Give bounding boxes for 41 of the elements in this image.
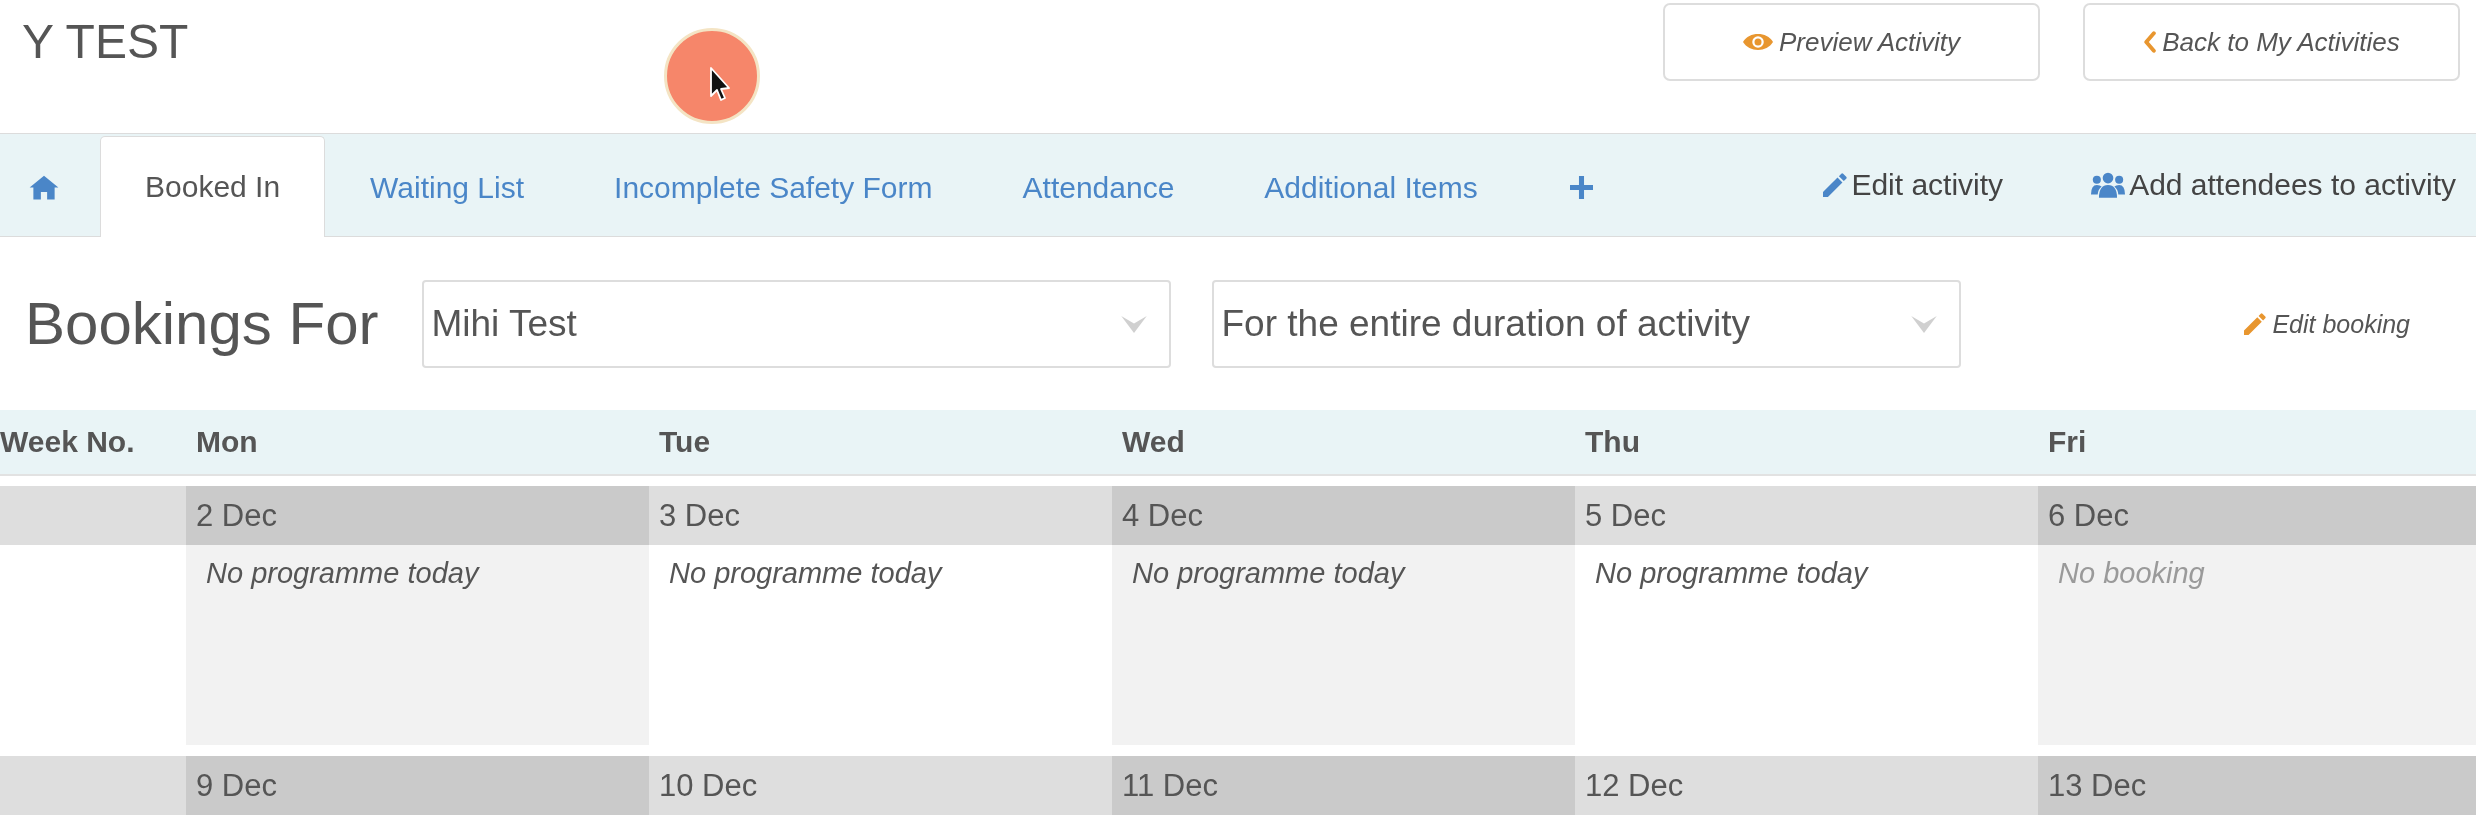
- preview-button[interactable]: Preview Activity: [1663, 3, 2040, 81]
- edit-activity-link[interactable]: Edit activity: [1823, 168, 2004, 202]
- chevron-down-icon: [1120, 315, 1147, 333]
- chevron-left-icon: [2143, 31, 2157, 53]
- users-icon: [2091, 172, 2126, 198]
- eye-icon: [1742, 33, 1773, 51]
- edit-booking-link[interactable]: Edit booking: [2244, 309, 2410, 339]
- column-header: Week No.: [0, 425, 135, 459]
- column-header: Tue: [659, 425, 711, 459]
- date-cell: 13 Dec: [2038, 756, 2476, 815]
- cursor-click-icon: [664, 28, 760, 124]
- page-title: Y TEST: [22, 14, 189, 70]
- date-cell: 2 Dec: [186, 486, 649, 545]
- date-cell: 3 Dec: [649, 486, 1112, 545]
- chevron-down-icon: [1910, 315, 1937, 333]
- note-text: No booking: [2058, 557, 2205, 590]
- date-cell: 4 Dec: [1112, 486, 1575, 545]
- date-cell: 11 Dec: [1112, 756, 1575, 815]
- note-text: No programme today: [1595, 557, 1868, 590]
- tab[interactable]: Booked In: [100, 136, 326, 237]
- home-icon: [29, 175, 59, 200]
- bookings-heading: Bookings For: [25, 294, 379, 354]
- pencil-icon: [1823, 173, 1848, 197]
- plus-icon: [1569, 176, 1593, 199]
- date-cell: 12 Dec: [1575, 756, 2038, 815]
- person-select[interactable]: Mihi Test: [421, 280, 1171, 368]
- period-select[interactable]: For the entire duration of activity: [1211, 280, 1961, 368]
- pencil-icon: [2244, 313, 2267, 335]
- date-cell: 6 Dec: [2038, 486, 2476, 545]
- note-text: No programme today: [669, 557, 942, 590]
- add-attendees-link[interactable]: Add attendees to activity: [2091, 168, 2456, 202]
- date-cell: 5 Dec: [1575, 486, 2038, 545]
- column-header: Wed: [1122, 425, 1185, 459]
- column-header: Fri: [2048, 425, 2087, 459]
- note-text: No programme today: [1132, 557, 1405, 590]
- note-text: No programme today: [206, 557, 479, 590]
- date-cell: 9 Dec: [186, 756, 649, 815]
- back-button[interactable]: Back to My Activities: [2083, 3, 2460, 81]
- date-cell: 10 Dec: [649, 756, 1112, 815]
- column-header: Mon: [196, 425, 258, 459]
- column-header: Thu: [1585, 425, 1640, 459]
